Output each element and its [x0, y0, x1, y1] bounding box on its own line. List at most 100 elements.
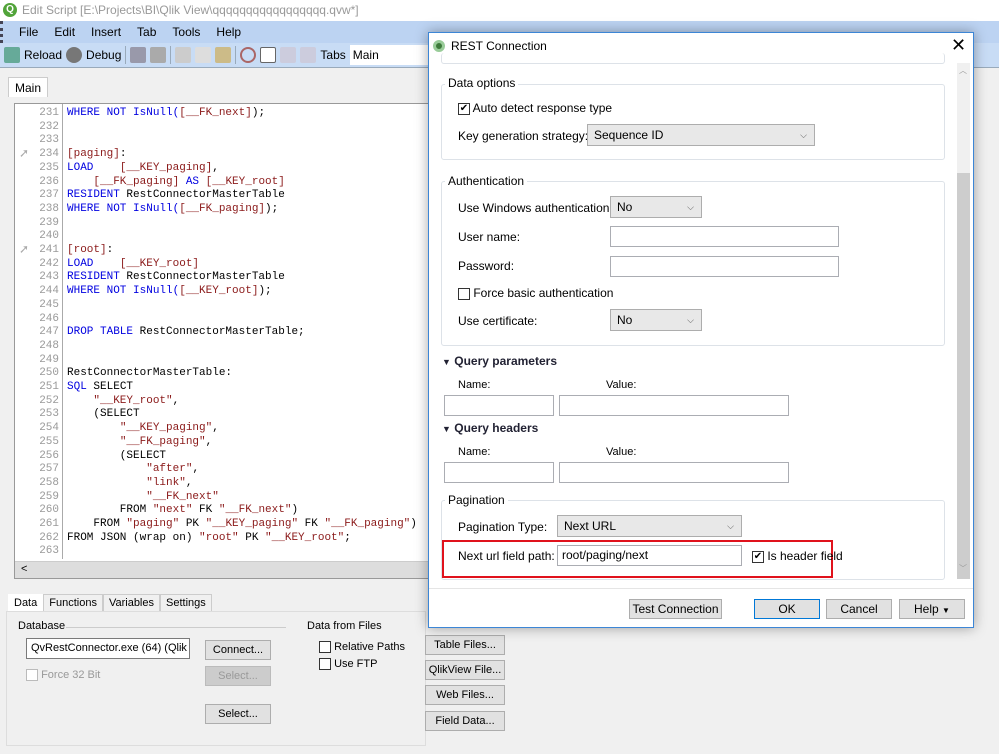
line-number: 258	[39, 476, 59, 489]
cut-icon[interactable]	[175, 47, 192, 63]
code-line[interactable]: FROM JSON (wrap on) "root" PK "__KEY_roo…	[67, 532, 351, 546]
code-line[interactable]: (SELECT	[67, 450, 166, 464]
scroll-down-icon[interactable]: ﹀	[959, 563, 967, 574]
save-icon[interactable]	[130, 47, 147, 63]
code-line[interactable]: RESIDENT RestConnectorMasterTable	[67, 189, 285, 203]
table-files-button[interactable]: Table Files...	[425, 635, 505, 655]
select-button[interactable]: Select...	[205, 704, 271, 724]
menu-edit[interactable]: Edit	[54, 25, 75, 39]
menu-help[interactable]: Help	[216, 25, 241, 39]
script-tab-main[interactable]: Main	[8, 77, 48, 97]
auto-detect-option[interactable]: ✔ Auto detect response type	[458, 101, 612, 115]
line-number: 235	[39, 161, 59, 174]
code-line[interactable]: DROP TABLE RestConnectorMasterTable;	[67, 326, 305, 340]
pagination-type-select[interactable]: Next URL ⌵	[557, 515, 742, 537]
code-token: PK	[179, 518, 206, 530]
debug-button[interactable]: Debug	[86, 48, 121, 62]
tabs-label: Tabs	[320, 48, 346, 62]
code-token: "__FK_paging"	[119, 435, 206, 448]
vertical-scrollbar[interactable]: ︿ ﹀	[957, 63, 970, 579]
code-line[interactable]: "link",	[67, 477, 192, 491]
scroll-left-icon[interactable]: <	[21, 563, 27, 575]
windows-auth-select[interactable]: No ⌵	[610, 196, 702, 218]
ok-button[interactable]: OK	[754, 599, 820, 619]
code-token: PK	[238, 531, 266, 544]
force-basic-checkbox[interactable]	[458, 287, 470, 300]
password-input[interactable]	[610, 256, 839, 277]
reload-button[interactable]: Reload	[24, 48, 62, 62]
menu-file[interactable]: File	[19, 25, 38, 39]
search-icon[interactable]	[240, 47, 257, 63]
line-number: 239	[39, 216, 59, 229]
use-ftp-checkbox[interactable]	[319, 658, 331, 671]
field-data-button[interactable]: Field Data...	[425, 711, 505, 731]
menu-insert[interactable]: Insert	[91, 25, 121, 39]
tab-data[interactable]: Data	[8, 594, 44, 612]
next-url-input[interactable]: root/paging/next	[557, 545, 742, 566]
print-icon[interactable]	[150, 47, 167, 63]
auto-detect-checkbox[interactable]: ✔	[458, 102, 470, 115]
query-parameters-header[interactable]: ▼ Query parameters	[442, 354, 557, 368]
key-gen-select[interactable]: Sequence ID ⌵	[587, 124, 815, 146]
param-name-input[interactable]	[444, 395, 554, 416]
paste-icon[interactable]	[215, 47, 232, 63]
tab-variables[interactable]: Variables	[102, 594, 160, 612]
tab-settings[interactable]: Settings	[160, 594, 212, 612]
code-line[interactable]: [__FK_paging] AS [__KEY_root]	[67, 176, 284, 190]
force-basic-option[interactable]: Force basic authentication	[458, 286, 613, 300]
code-line[interactable]: [paging]:	[67, 148, 126, 162]
web-files-button[interactable]: Web Files...	[425, 685, 505, 705]
header-name-input[interactable]	[444, 462, 554, 483]
relative-paths-checkbox[interactable]	[319, 641, 331, 654]
query-headers-header[interactable]: ▼ Query headers	[442, 421, 538, 435]
database-select[interactable]: QvRestConnector.exe (64) (Qlik ⌵	[26, 638, 190, 659]
code-line[interactable]: WHERE NOT IsNull([__FK_next]);	[67, 107, 265, 121]
menu-tab[interactable]: Tab	[137, 25, 156, 39]
code-line[interactable]: RestConnectorMasterTable:	[67, 367, 232, 381]
close-icon[interactable]: ✕	[951, 35, 966, 56]
copy-icon[interactable]	[195, 47, 212, 63]
windows-auth-label: Use Windows authentication:	[458, 201, 613, 215]
tab-right-icon[interactable]	[300, 47, 317, 63]
code-line[interactable]: "after",	[67, 463, 199, 477]
code-line[interactable]: "__FK_paging",	[67, 436, 212, 450]
is-header-checkbox[interactable]: ✔	[752, 550, 764, 563]
script-editor[interactable]: 231 232 233 234 ➚ 235 236 237 238 239 240 241 ➚ 242 24…	[14, 103, 434, 579]
use-ftp[interactable]: Use FTP	[319, 658, 377, 671]
code-token: ,	[212, 422, 219, 435]
relative-paths[interactable]: Relative Paths	[319, 641, 405, 654]
param-value-input[interactable]	[559, 395, 789, 416]
folder-icon[interactable]	[260, 47, 277, 63]
menu-tools[interactable]: Tools	[172, 25, 200, 39]
code-line[interactable]: "__FK_next"	[67, 491, 219, 505]
code-line[interactable]: "__KEY_paging",	[67, 422, 219, 436]
data-options-group	[441, 84, 945, 160]
code-line[interactable]: LOAD [__KEY_root]	[67, 258, 199, 272]
username-input[interactable]	[610, 226, 839, 247]
scroll-up-icon[interactable]: ︿	[959, 65, 967, 76]
code-line[interactable]: WHERE NOT IsNull([__KEY_root]);	[67, 285, 272, 299]
code-line[interactable]: (SELECT	[67, 408, 139, 422]
connect-button[interactable]: Connect...	[205, 640, 271, 660]
is-header-option[interactable]: ✔ Is header field	[752, 549, 843, 563]
header-value-input[interactable]	[559, 462, 789, 483]
code-line[interactable]: "__KEY_root",	[67, 395, 179, 409]
code-line[interactable]: [root]:	[67, 244, 113, 258]
code-line[interactable]: FROM "next" FK "__FK_next")	[67, 504, 298, 518]
database-label: Database	[18, 620, 66, 632]
tab-functions[interactable]: Functions	[43, 594, 103, 612]
code-line[interactable]: RESIDENT RestConnectorMasterTable	[67, 271, 285, 285]
qlikview-file-button[interactable]: QlikView File...	[425, 660, 505, 680]
scrollbar-thumb[interactable]	[957, 173, 970, 579]
test-connection-button[interactable]: Test Connection	[629, 599, 722, 619]
cancel-button[interactable]: Cancel	[826, 599, 892, 619]
code-line[interactable]: SQL SELECT	[67, 381, 133, 395]
help-button[interactable]: Help ▼	[899, 599, 965, 619]
code-line[interactable]: LOAD [__KEY_paging],	[67, 162, 219, 176]
code-line[interactable]: WHERE NOT IsNull([__FK_paging]);	[67, 203, 278, 217]
chevron-down-icon: ⌵	[727, 521, 734, 531]
horizontal-scrollbar[interactable]: <	[15, 561, 433, 578]
tab-left-icon[interactable]	[280, 47, 297, 63]
certificate-select[interactable]: No ⌵	[610, 309, 702, 331]
code-line[interactable]: FROM "paging" PK "__KEY_paging" FK "__FK…	[67, 518, 417, 532]
